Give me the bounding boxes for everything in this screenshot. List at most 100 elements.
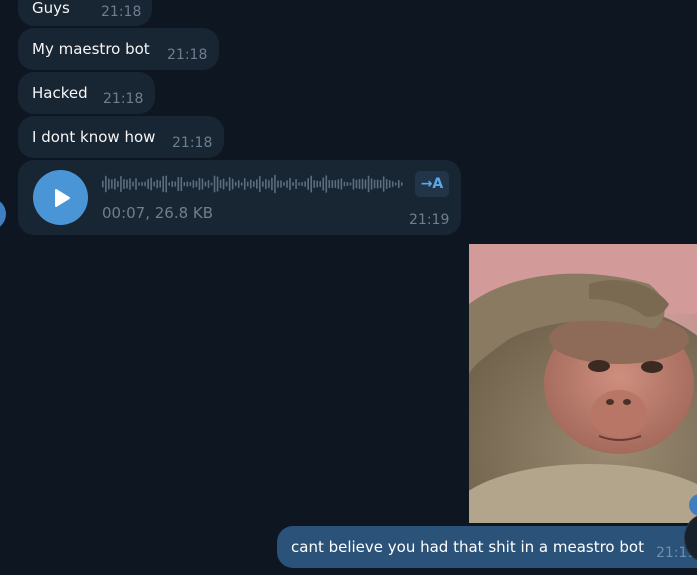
- message-text: My maestro bot: [32, 40, 150, 58]
- waveform-bar: [144, 181, 146, 187]
- waveform-bar: [310, 175, 312, 193]
- waveform-bar: [376, 179, 379, 189]
- waveform-bar: [319, 180, 322, 188]
- waveform-bar: [352, 178, 355, 190]
- voice-message-bubble[interactable]: →A 00:07, 26.8 KB 21:19: [18, 160, 461, 235]
- waveform-bar: [108, 178, 110, 190]
- transcribe-button[interactable]: →A: [415, 171, 449, 197]
- waveform-bar: [138, 182, 140, 186]
- waveform-bar: [189, 182, 192, 186]
- waveform-bar: [222, 178, 225, 190]
- waveform-bar: [147, 178, 149, 190]
- waveform-bar: [391, 181, 394, 187]
- outgoing-message-bubble[interactable]: cant believe you had that shit in a meas…: [277, 526, 697, 568]
- message-time: 21:18: [172, 135, 213, 151]
- waveform-bar: [111, 179, 113, 189]
- message-text: I dont know how: [32, 128, 156, 146]
- waveform-bar: [361, 178, 364, 190]
- waveform-bar: [207, 179, 210, 189]
- waveform-bar: [210, 182, 213, 186]
- waveform-bar: [400, 182, 403, 186]
- waveform-bar: [280, 180, 282, 188]
- waveform-bar: [298, 182, 300, 186]
- waveform-bar: [268, 179, 270, 189]
- waveform-bar: [328, 179, 331, 189]
- message-time: 21:19: [409, 212, 450, 228]
- waveform-bar: [195, 180, 198, 188]
- waveform-bar: [249, 179, 252, 189]
- waveform-bar: [216, 176, 219, 192]
- waveform-bar: [307, 177, 309, 191]
- waveform-bar: [331, 179, 334, 189]
- waveform-bar: [129, 178, 131, 190]
- waveform-bar: [156, 179, 158, 189]
- waveform-bar: [397, 179, 400, 189]
- waveform-bar: [102, 180, 104, 188]
- waveform-bar: [159, 180, 161, 188]
- play-button[interactable]: [33, 170, 88, 225]
- waveform-bar: [289, 177, 291, 191]
- voice-waveform[interactable]: [102, 173, 404, 195]
- waveform-bar: [385, 178, 388, 190]
- voice-duration-size: 00:07, 26.8 KB: [102, 204, 214, 222]
- waveform-bar: [301, 181, 303, 187]
- waveform-bar: [355, 179, 358, 189]
- waveform-bar: [174, 181, 177, 187]
- waveform-bar: [192, 179, 195, 189]
- message-bubble[interactable]: Guys 21:18: [18, 0, 152, 26]
- waveform-bar: [135, 178, 137, 190]
- waveform-bar: [259, 175, 261, 193]
- waveform-bar: [322, 177, 325, 191]
- waveform-bar: [204, 181, 207, 187]
- sender-avatar[interactable]: [0, 198, 6, 230]
- waveform-bar: [292, 181, 294, 187]
- transcribe-label: →A: [420, 176, 444, 192]
- waveform-bar: [114, 178, 116, 190]
- waveform-bar: [271, 177, 273, 191]
- waveform-bar: [256, 179, 258, 189]
- waveform-bar: [334, 180, 337, 188]
- waveform-bar: [253, 181, 255, 187]
- waveform-bar: [265, 178, 267, 190]
- waveform-bar: [237, 179, 240, 189]
- message-bubble[interactable]: My maestro bot 21:18: [18, 28, 219, 70]
- message-time: 21:18: [103, 91, 144, 107]
- waveform-bar: [316, 180, 319, 188]
- waveform-bar: [343, 181, 346, 187]
- waveform-bar: [246, 181, 249, 187]
- message-text: Hacked: [32, 84, 88, 102]
- waveform-bar: [132, 181, 134, 187]
- message-time: 21:18: [101, 4, 142, 20]
- waveform-bar: [313, 179, 315, 189]
- message-bubble[interactable]: I dont know how 21:18: [18, 116, 224, 158]
- waveform-bar: [277, 180, 279, 188]
- waveform-bar: [219, 179, 222, 189]
- photo-message[interactable]: [469, 244, 697, 523]
- waveform-bar: [141, 181, 143, 187]
- waveform-bar: [243, 178, 246, 190]
- waveform-bar: [394, 182, 397, 186]
- waveform-bar: [337, 179, 340, 189]
- chat-view: Guys 21:18 My maestro bot 21:18 Hacked 2…: [0, 0, 697, 575]
- play-icon: [54, 188, 70, 207]
- waveform-bar: [162, 175, 164, 193]
- waveform-bar: [153, 181, 155, 187]
- waveform-bar: [295, 178, 297, 190]
- waveform-bar: [105, 175, 107, 193]
- waveform-bar: [120, 175, 122, 193]
- waveform-bar: [228, 177, 231, 191]
- waveform-bar: [325, 175, 328, 193]
- waveform-bar: [340, 178, 343, 190]
- waveform-bar: [165, 175, 168, 193]
- waveform-bar: [201, 178, 204, 190]
- waveform-bar: [364, 179, 367, 189]
- waveform-bar: [126, 179, 128, 189]
- waveform-bar: [183, 181, 186, 187]
- waveform-bar: [367, 175, 370, 193]
- message-bubble[interactable]: Hacked 21:18: [18, 72, 155, 114]
- waveform-bar: [234, 181, 237, 187]
- waveform-bar: [231, 178, 234, 190]
- waveform-bar: [225, 181, 228, 187]
- waveform-bar: [240, 182, 243, 186]
- waveform-bar: [379, 179, 382, 189]
